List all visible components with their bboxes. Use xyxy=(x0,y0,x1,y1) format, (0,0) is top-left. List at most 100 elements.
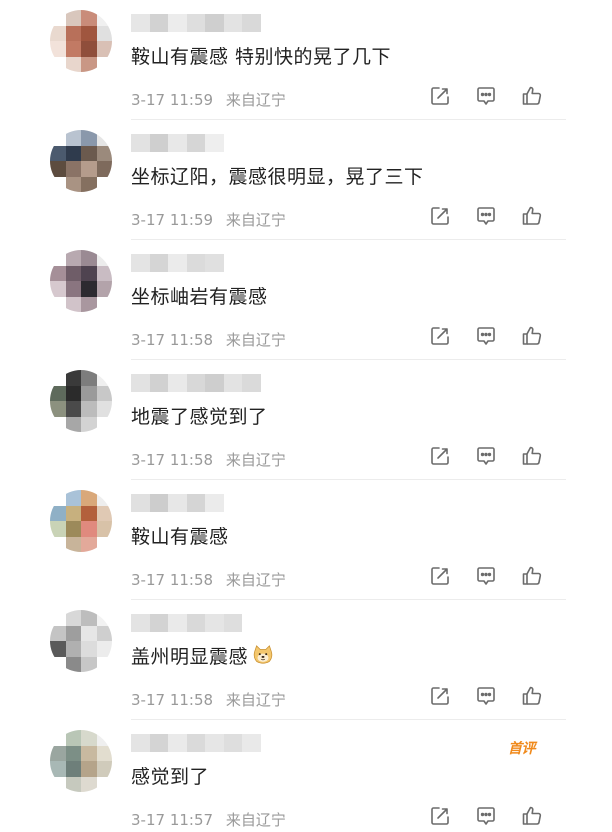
avatar-pixel xyxy=(96,416,112,432)
share-edit-icon[interactable] xyxy=(428,324,452,348)
username-pixelated[interactable] xyxy=(131,12,262,34)
username-pixelated[interactable] xyxy=(131,732,262,754)
avatar-pixel xyxy=(65,370,81,386)
share-edit-icon[interactable] xyxy=(428,84,452,108)
comment-bubble-icon[interactable] xyxy=(474,84,498,108)
avatar-pixel xyxy=(81,296,97,312)
comment-bubble-icon[interactable] xyxy=(474,204,498,228)
avatar-pixel xyxy=(96,490,112,506)
share-edit-icon[interactable] xyxy=(428,444,452,468)
comment-item: 地震了感觉到了 3-17 11:58 来自辽宁 xyxy=(0,360,612,480)
avatar-pixel xyxy=(96,130,112,146)
avatar[interactable] xyxy=(50,130,112,192)
avatar-pixel xyxy=(65,176,81,192)
username-pixel xyxy=(131,374,150,392)
avatar[interactable] xyxy=(50,10,112,72)
comment-meta: 3-17 11:58 来自辽宁 xyxy=(131,329,286,350)
avatar-pixel xyxy=(81,505,97,521)
comment-text-content: 地震了感觉到了 xyxy=(131,406,268,428)
comment-bubble-icon[interactable] xyxy=(474,684,498,708)
username-pixel xyxy=(131,734,150,752)
avatar-pixel xyxy=(81,281,97,297)
avatar-pixel xyxy=(81,370,97,386)
avatar-pixel xyxy=(65,25,81,41)
avatar-pixel xyxy=(81,176,97,192)
username-pixel xyxy=(205,254,224,272)
avatar-pixel xyxy=(65,656,81,672)
username-pixelated[interactable] xyxy=(131,132,262,154)
comment-item: 坐标岫岩有震感 3-17 11:58 来自辽宁 xyxy=(0,240,612,360)
comment-time: 11:59 xyxy=(169,91,214,109)
avatar-pixel xyxy=(50,296,66,312)
avatar[interactable] xyxy=(50,490,112,552)
avatar-pixel xyxy=(96,370,112,386)
avatar-pixel xyxy=(65,610,81,626)
comment-text-content: 坐标岫岩有震感 xyxy=(131,286,268,308)
comment-actions xyxy=(428,684,544,708)
avatar-pixel xyxy=(50,505,66,521)
avatar-pixel xyxy=(65,625,81,641)
comment-time: 11:58 xyxy=(169,691,214,709)
comment-meta: 3-17 11:59 来自辽宁 xyxy=(131,209,286,230)
share-edit-icon[interactable] xyxy=(428,804,452,828)
comment-meta: 3-17 11:58 来自辽宁 xyxy=(131,569,286,590)
comment-time: 11:58 xyxy=(169,331,214,349)
avatar-pixel xyxy=(96,161,112,177)
avatar-pixel xyxy=(96,145,112,161)
avatar-pixel xyxy=(50,265,66,281)
comment-date: 3-17 xyxy=(131,211,166,229)
username-pixel xyxy=(149,374,169,392)
thumbs-up-icon[interactable] xyxy=(520,204,544,228)
avatar-pixel xyxy=(81,10,97,26)
comment-bubble-icon[interactable] xyxy=(474,804,498,828)
comment-date: 3-17 xyxy=(131,691,166,709)
thumbs-up-icon[interactable] xyxy=(520,684,544,708)
comment-location: 来自辽宁 xyxy=(225,331,286,349)
avatar-pixel xyxy=(81,250,97,266)
comment-text-content: 坐标辽阳，震感很明显，晃了三下 xyxy=(131,166,424,188)
comment-text: 坐标辽阳，震感很明显，晃了三下 xyxy=(131,162,424,189)
avatar-pixel xyxy=(50,761,66,777)
avatar-pixel xyxy=(81,730,97,746)
comment-bubble-icon[interactable] xyxy=(474,564,498,588)
username-pixel xyxy=(242,614,262,632)
avatar-pixel xyxy=(96,281,112,297)
avatar[interactable] xyxy=(50,730,112,792)
avatar-pixel xyxy=(96,730,112,746)
comment-actions xyxy=(428,84,544,108)
comment-bubble-icon[interactable] xyxy=(474,444,498,468)
username-pixel xyxy=(223,134,243,152)
comment-text-content: 鞍山有震感 特别快的晃了几下 xyxy=(131,46,392,68)
username-pixel xyxy=(149,14,169,32)
avatar-pixel xyxy=(81,625,97,641)
thumbs-up-icon[interactable] xyxy=(520,84,544,108)
username-pixel xyxy=(186,134,206,152)
username-pixel xyxy=(168,254,187,272)
avatar-pixel xyxy=(65,776,81,792)
avatar[interactable] xyxy=(50,250,112,312)
username-pixelated[interactable] xyxy=(131,252,262,274)
thumbs-up-icon[interactable] xyxy=(520,564,544,588)
thumbs-up-icon[interactable] xyxy=(520,324,544,348)
thumbs-up-icon[interactable] xyxy=(520,804,544,828)
comment-time: 11:57 xyxy=(169,811,214,829)
comment-time: 11:59 xyxy=(169,211,214,229)
avatar-pixel xyxy=(81,610,97,626)
share-edit-icon[interactable] xyxy=(428,564,452,588)
comment-bubble-icon[interactable] xyxy=(474,324,498,348)
avatar-pixel xyxy=(96,641,112,657)
avatar[interactable] xyxy=(50,370,112,432)
share-edit-icon[interactable] xyxy=(428,204,452,228)
username-pixelated[interactable] xyxy=(131,372,262,394)
comment-text-content: 盖州明显震感 xyxy=(131,646,249,668)
thumbs-up-icon[interactable] xyxy=(520,444,544,468)
username-pixelated[interactable] xyxy=(131,492,262,514)
share-edit-icon[interactable] xyxy=(428,684,452,708)
avatar[interactable] xyxy=(50,610,112,672)
username-pixel xyxy=(149,254,169,272)
comment-location: 来自辽宁 xyxy=(225,91,286,109)
comment-item: 鞍山有震感 特别快的晃了几下 3-17 11:59 来自辽宁 xyxy=(0,0,612,120)
avatar-pixel xyxy=(81,265,97,281)
username-pixel xyxy=(205,14,224,32)
username-pixelated[interactable] xyxy=(131,612,262,634)
